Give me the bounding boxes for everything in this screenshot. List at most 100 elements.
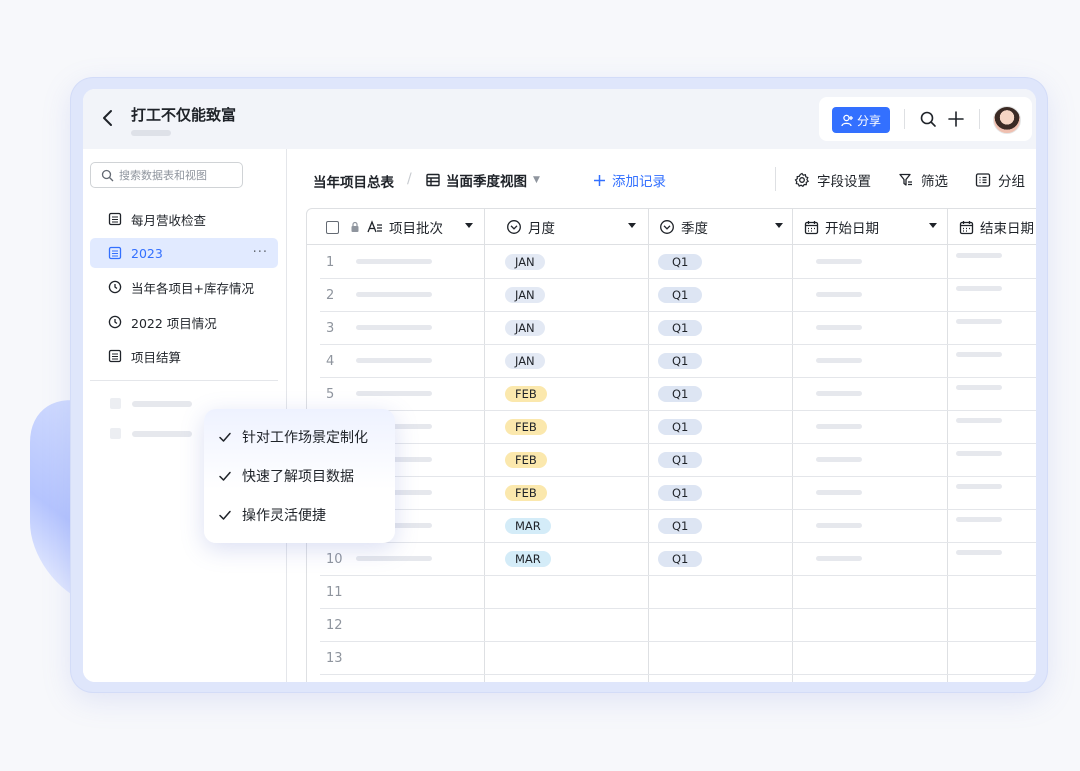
table-icon bbox=[108, 212, 122, 226]
month-tag[interactable]: FEB bbox=[505, 386, 547, 402]
quarter-tag[interactable]: Q1 bbox=[658, 254, 703, 270]
month-tag[interactable]: FEB bbox=[505, 419, 547, 435]
batch-placeholder bbox=[356, 259, 432, 264]
batch-placeholder bbox=[356, 391, 432, 396]
placeholder-icon bbox=[110, 398, 121, 409]
row-divider bbox=[320, 410, 1036, 411]
lock-icon bbox=[351, 221, 359, 232]
divider bbox=[904, 109, 905, 129]
sidebar-item-label: 2023 bbox=[131, 245, 163, 261]
chevron-down-icon[interactable] bbox=[465, 223, 473, 228]
quarter-tag[interactable]: Q1 bbox=[658, 485, 703, 501]
gear-icon bbox=[794, 172, 810, 188]
row-number: 12 bbox=[326, 618, 343, 633]
feature-text: 操作灵活便捷 bbox=[242, 508, 326, 524]
row-number: 3 bbox=[326, 321, 335, 336]
header-col-batch[interactable]: 项目批次 bbox=[326, 209, 443, 245]
view-name: 当面季度视图 bbox=[446, 174, 527, 190]
table-name[interactable]: 当年项目总表 bbox=[313, 171, 394, 191]
more-icon[interactable]: ··· bbox=[253, 245, 268, 260]
add-record-label: 添加记录 bbox=[612, 174, 666, 190]
quarter-tag[interactable]: Q1 bbox=[658, 287, 703, 303]
single-select-icon bbox=[660, 220, 674, 234]
add-record-button[interactable]: 添加记录 bbox=[593, 170, 666, 190]
start-date-placeholder bbox=[816, 325, 862, 330]
field-settings-button[interactable]: 字段设置 bbox=[794, 170, 871, 190]
user-add-icon bbox=[841, 114, 853, 126]
sidebar-item-2023[interactable]: 2023 ··· bbox=[90, 238, 278, 268]
header-col-start-date[interactable]: 开始日期 bbox=[804, 209, 879, 245]
back-icon[interactable] bbox=[97, 107, 119, 129]
app-window: 打工不仅能致富 分享 搜索数据表和视图 每月营收检查 2023 ··· 当年各项… bbox=[83, 89, 1036, 682]
divider bbox=[775, 167, 776, 191]
header-col-quarter[interactable]: 季度 bbox=[659, 209, 708, 245]
month-tag[interactable]: JAN bbox=[505, 353, 545, 369]
row-divider bbox=[320, 377, 1036, 378]
share-button[interactable]: 分享 bbox=[832, 107, 890, 133]
top-bar: 打工不仅能致富 分享 bbox=[83, 89, 1036, 149]
filter-button[interactable]: 筛选 bbox=[898, 170, 948, 190]
row-number: 1 bbox=[326, 255, 335, 270]
month-tag[interactable]: JAN bbox=[505, 320, 545, 336]
month-tag[interactable]: MAR bbox=[505, 518, 551, 534]
quarter-tag[interactable]: Q1 bbox=[658, 518, 703, 534]
start-date-placeholder bbox=[816, 424, 862, 429]
sidebar-item-monthly-revenue[interactable]: 每月营收检查 bbox=[90, 204, 278, 234]
end-date-placeholder bbox=[956, 517, 1002, 522]
feature-text: 针对工作场景定制化 bbox=[242, 430, 368, 446]
search-input[interactable]: 搜索数据表和视图 bbox=[90, 162, 243, 188]
grid-view-icon bbox=[426, 173, 440, 187]
sidebar-item-label: 每月营收检查 bbox=[131, 212, 207, 228]
chevron-down-icon[interactable] bbox=[628, 223, 636, 228]
quarter-tag[interactable]: Q1 bbox=[658, 452, 703, 468]
sidebar-item-project-inventory[interactable]: 当年各项目+库存情况 bbox=[90, 272, 278, 302]
month-tag[interactable]: FEB bbox=[505, 452, 547, 468]
check-icon bbox=[219, 471, 231, 481]
row-divider bbox=[320, 311, 1036, 312]
check-icon bbox=[219, 510, 231, 520]
end-date-placeholder bbox=[956, 418, 1002, 423]
quarter-tag[interactable]: Q1 bbox=[658, 551, 703, 567]
feature-text: 快速了解项目数据 bbox=[242, 469, 354, 485]
row-divider bbox=[320, 476, 1036, 477]
month-tag[interactable]: JAN bbox=[505, 254, 545, 270]
clock-icon bbox=[108, 280, 122, 294]
column-label: 开始日期 bbox=[825, 221, 879, 237]
column-label: 季度 bbox=[681, 221, 708, 237]
plus-icon[interactable] bbox=[946, 109, 966, 129]
month-tag[interactable]: FEB bbox=[505, 485, 547, 501]
header-col-end-date[interactable]: 结束日期 bbox=[959, 209, 1034, 245]
feature-item: 针对工作场景定制化 bbox=[218, 427, 368, 447]
select-all-checkbox[interactable] bbox=[326, 220, 339, 234]
header-col-month[interactable]: 月度 bbox=[506, 209, 555, 245]
chevron-down-icon[interactable] bbox=[929, 223, 937, 228]
table-icon bbox=[108, 246, 122, 260]
row-number: 11 bbox=[326, 585, 343, 600]
avatar[interactable] bbox=[993, 106, 1021, 134]
month-tag[interactable]: JAN bbox=[505, 287, 545, 303]
end-date-placeholder bbox=[956, 286, 1002, 291]
row-number: 5 bbox=[326, 387, 335, 402]
month-tag[interactable]: MAR bbox=[505, 551, 551, 567]
check-icon bbox=[219, 432, 231, 442]
doc-title: 打工不仅能致富 bbox=[131, 106, 237, 124]
chevron-down-icon[interactable] bbox=[775, 223, 783, 228]
sidebar-item-2022-projects[interactable]: 2022 项目情况 bbox=[90, 307, 278, 337]
feature-item: 操作灵活便捷 bbox=[218, 505, 326, 525]
search-icon[interactable] bbox=[918, 109, 938, 129]
view-selector[interactable]: 当面季度视图 ▼ bbox=[426, 170, 540, 190]
quarter-tag[interactable]: Q1 bbox=[658, 353, 703, 369]
start-date-placeholder bbox=[816, 292, 862, 297]
row-divider bbox=[320, 542, 1036, 543]
row-number: 2 bbox=[326, 288, 335, 303]
quarter-tag[interactable]: Q1 bbox=[658, 419, 703, 435]
column-divider bbox=[484, 208, 485, 682]
group-label: 分组 bbox=[998, 174, 1025, 190]
quarter-tag[interactable]: Q1 bbox=[658, 320, 703, 336]
placeholder-text bbox=[132, 431, 192, 437]
group-button[interactable]: 分组 bbox=[975, 170, 1025, 190]
calendar-icon bbox=[959, 220, 974, 234]
batch-placeholder bbox=[356, 292, 432, 297]
sidebar-item-settlement[interactable]: 项目结算 bbox=[90, 341, 278, 371]
quarter-tag[interactable]: Q1 bbox=[658, 386, 703, 402]
